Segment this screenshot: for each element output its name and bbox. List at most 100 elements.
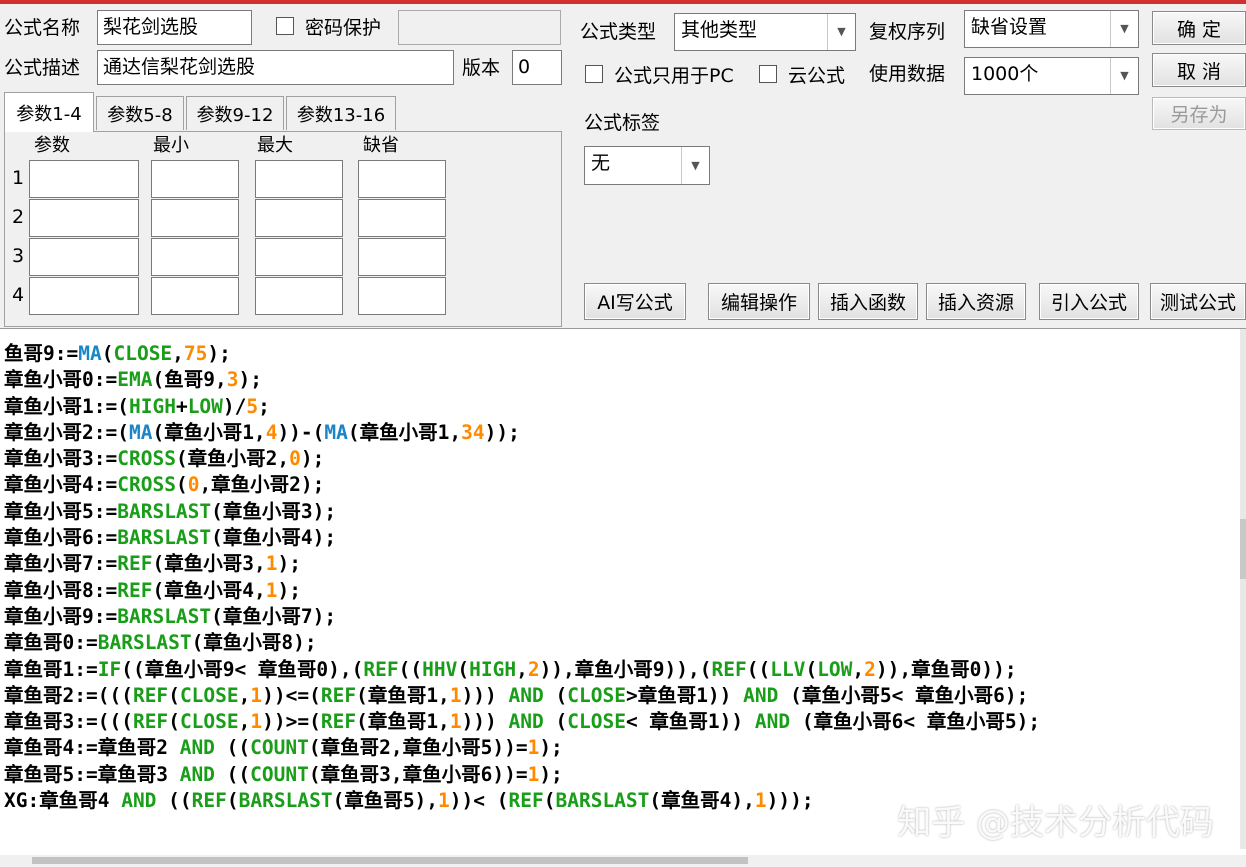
code-token: )/: [222, 394, 247, 418]
code-token: 章鱼小哥1:=(: [4, 394, 129, 418]
formula-tag-select[interactable]: 无 ▼: [584, 146, 710, 185]
horizontal-scroll-thumb[interactable]: [32, 857, 748, 864]
test-formula-button[interactable]: 测试公式: [1150, 283, 1246, 320]
ai-write-formula-button[interactable]: AI写公式: [584, 283, 686, 320]
code-token-fn: BARSLAST: [117, 526, 212, 550]
code-token: (: [543, 710, 568, 734]
code-token: (: [457, 657, 470, 681]
import-formula-button[interactable]: 引入公式: [1039, 283, 1139, 320]
code-token: );: [539, 762, 563, 786]
code-token: )));: [766, 789, 814, 813]
param-3-default-input[interactable]: [358, 238, 446, 276]
vertical-scrollbar[interactable]: [1240, 329, 1246, 849]
param-1-max-input[interactable]: [255, 160, 343, 198]
code-token-fn: BARSLAST: [117, 499, 212, 523]
param-row-number: 3: [12, 245, 25, 267]
code-token-ma: MA: [78, 342, 102, 365]
code-token-fn: HIGH: [469, 657, 517, 681]
code-token: (章鱼小哥2,: [175, 447, 290, 471]
param-3-min-input[interactable]: [151, 238, 239, 276]
code-token: );: [300, 447, 325, 471]
version-label: 版本: [462, 57, 501, 79]
code-token: XG:章鱼哥4: [4, 789, 122, 813]
cloud-checkbox[interactable]: [759, 65, 777, 83]
code-token: ))< (: [449, 789, 509, 813]
code-token: (章鱼小哥4);: [211, 526, 337, 550]
formula-name-input[interactable]: 梨花剑选股: [97, 10, 252, 45]
tab-params-1-4[interactable]: 参数1-4: [4, 92, 94, 132]
code-token: 章鱼哥2:=(((: [4, 683, 133, 707]
param-4-min-input[interactable]: [151, 277, 239, 315]
code-token: (: [543, 789, 556, 813]
version-input[interactable]: 0: [512, 50, 562, 85]
param-2-default-input[interactable]: [358, 199, 446, 237]
code-token-ma: MA: [128, 420, 153, 444]
code-token: 章鱼小哥4:=: [4, 473, 118, 497]
code-token: (: [175, 473, 188, 497]
cancel-button[interactable]: 取 消: [1152, 53, 1246, 87]
code-token-kw: AND: [754, 710, 791, 734]
code-line: 章鱼小哥8:=REF(章鱼小哥4,1);: [4, 578, 1040, 604]
code-token: ((: [746, 657, 771, 681]
tab-params-9-12[interactable]: 参数9-12: [186, 96, 284, 130]
param-3-name-input[interactable]: [29, 238, 139, 276]
param-4-max-input[interactable]: [255, 277, 343, 315]
code-token: (章鱼小哥5< 章鱼小哥6);: [778, 683, 1029, 707]
code-token-fn: CLOSE: [567, 710, 626, 734]
code-token: (章鱼哥5),: [332, 789, 439, 813]
pc-only-checkbox[interactable]: [585, 65, 603, 83]
param-3-max-input[interactable]: [255, 238, 343, 276]
code-token: ));: [484, 420, 520, 444]
code-token: 章鱼小哥5:=: [4, 499, 118, 523]
code-token: 章鱼小哥2:=(: [4, 420, 129, 444]
tab-params-5-8[interactable]: 参数5-8: [96, 96, 184, 130]
param-1-name-input[interactable]: [29, 160, 139, 198]
horizontal-scrollbar[interactable]: [0, 855, 1246, 867]
code-token: ))-(: [277, 420, 325, 444]
code-token-num: 1: [250, 710, 263, 734]
code-token: ))>=(: [262, 710, 321, 734]
code-token-fn: HHV: [422, 657, 458, 681]
formula-code-editor[interactable]: 鱼哥9:=MA(CLOSE,75); 章鱼小哥0:=EMA(鱼哥9,3); 章鱼小哥…: [0, 328, 1246, 867]
insert-function-button[interactable]: 插入函数: [818, 283, 918, 320]
insert-resource-button[interactable]: 插入资源: [926, 283, 1026, 320]
code-token: ((: [214, 762, 251, 786]
edit-operation-button[interactable]: 编辑操作: [708, 283, 810, 320]
code-token-kw: AND: [179, 762, 215, 786]
ok-button[interactable]: 确 定: [1152, 11, 1246, 45]
code-token: (章鱼哥3,章鱼小哥6))=: [308, 762, 528, 786]
fq-select[interactable]: 缺省设置 ▼: [964, 10, 1139, 48]
pc-only-label: 公式只用于PC: [614, 65, 734, 87]
code-token-fn: REF: [508, 789, 544, 813]
fq-label: 复权序列: [869, 21, 946, 43]
vertical-scroll-thumb[interactable]: [1240, 519, 1246, 579]
tab-params-13-16[interactable]: 参数13-16: [286, 96, 396, 130]
formula-type-label: 公式类型: [580, 21, 657, 43]
zhihu-watermark: 知乎 @技术分析代码: [897, 803, 1214, 843]
code-token-num: 1: [265, 552, 278, 576]
formula-desc-input[interactable]: 通达信梨花剑选股: [97, 50, 454, 85]
password-checkbox[interactable]: [276, 17, 294, 35]
code-token-fn: IF: [97, 657, 122, 681]
code-line: 章鱼小哥6:=BARSLAST(章鱼小哥4);: [4, 525, 1040, 551]
param-2-min-input[interactable]: [151, 199, 239, 237]
use-data-select[interactable]: 1000个 ▼: [964, 57, 1139, 95]
formula-type-select[interactable]: 其他类型 ▼: [674, 13, 856, 51]
code-token: 章鱼小哥0:=: [4, 368, 118, 392]
code-token-num: 34: [461, 420, 485, 444]
param-4-name-input[interactable]: [29, 277, 139, 315]
code-token: 章鱼小哥9:=: [4, 604, 118, 628]
param-2-max-input[interactable]: [255, 199, 343, 237]
password-label: 密码保护: [305, 17, 382, 39]
code-token-kw: AND: [179, 736, 215, 760]
param-2-name-input[interactable]: [29, 199, 139, 237]
param-1-min-input[interactable]: [151, 160, 239, 198]
param-1-default-input[interactable]: [358, 160, 446, 198]
code-token: );: [207, 342, 231, 365]
code-line: 鱼哥9:=MA(CLOSE,75);: [4, 341, 1040, 367]
code-token-fn: CROSS: [117, 447, 176, 471]
code-token: (章鱼小哥3,: [152, 552, 266, 576]
cloud-label: 云公式: [788, 65, 846, 87]
code-line: 章鱼哥5:=章鱼哥3 AND ((COUNT(章鱼哥3,章鱼小哥6))=1);: [4, 762, 1040, 788]
param-4-default-input[interactable]: [358, 277, 446, 315]
